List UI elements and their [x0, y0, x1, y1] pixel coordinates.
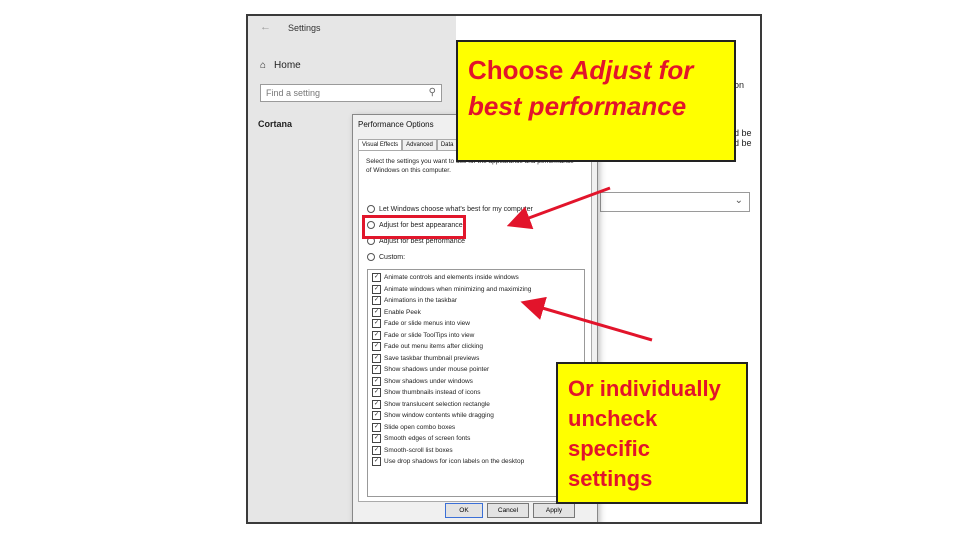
- checkbox-label: Fade out menu items after clicking: [384, 343, 483, 350]
- tab-advanced[interactable]: Advanced: [402, 139, 437, 150]
- checkbox-item[interactable]: ✓ Use drop shadows for icon labels on the…: [372, 457, 524, 466]
- search-input[interactable]: Find a setting ⚲: [260, 84, 442, 102]
- visual-effects-checklist[interactable]: ✓ Animate controls and elements inside wi…: [367, 269, 585, 497]
- radio-custom[interactable]: Custom:: [367, 253, 405, 261]
- checkbox-item[interactable]: ✓ Show window contents while dragging: [372, 411, 494, 420]
- checkbox-item[interactable]: ✓ Show shadows under mouse pointer: [372, 365, 489, 374]
- checkbox-item[interactable]: ✓ Animations in the taskbar: [372, 296, 457, 305]
- checkbox-item[interactable]: ✓ Fade or slide ToolTips into view: [372, 330, 475, 340]
- search-icon: ⚲: [428, 87, 436, 98]
- back-arrow-icon[interactable]: ←: [260, 21, 271, 33]
- cancel-button[interactable]: Cancel: [487, 503, 529, 518]
- checkbox-item[interactable]: ✓ Fade or slide menus into view: [372, 319, 470, 328]
- checkbox-checked-icon: ✓: [372, 422, 381, 432]
- radio-circle-icon: [367, 253, 375, 261]
- checkbox-checked-icon: ✓: [372, 376, 381, 386]
- callout-line: uncheck: [568, 406, 658, 431]
- annotation-callout-secondary: Or individually uncheck specific setting…: [556, 362, 748, 504]
- callout-line: Or individually: [568, 376, 721, 401]
- callout-line: specific: [568, 436, 650, 461]
- callout-line-2: best performance: [468, 91, 687, 121]
- radio-label: Custom:: [379, 253, 406, 261]
- tab-visual-effects[interactable]: Visual Effects: [358, 139, 403, 150]
- checkbox-item[interactable]: ✓ Show translucent selection rectangle: [372, 399, 490, 409]
- highlight-box: [362, 215, 466, 239]
- home-nav-item[interactable]: ⌂ Home: [260, 60, 301, 71]
- tab-data[interactable]: Data: [436, 139, 458, 150]
- checkbox-checked-icon: ✓: [372, 273, 381, 282]
- home-label: Home: [274, 60, 301, 71]
- content-text-fragment: d be: [734, 128, 752, 138]
- checkbox-item[interactable]: ✓ Smooth-scroll list boxes: [372, 445, 453, 455]
- checkbox-label: Show translucent selection rectangle: [384, 400, 490, 408]
- checkbox-checked-icon: ✓: [372, 388, 381, 397]
- checkbox-checked-icon: ✓: [372, 330, 381, 340]
- checkbox-item[interactable]: ✓ Show thumbnails instead of icons: [372, 388, 480, 397]
- dialog-tabs: Visual Effects Advanced Data: [358, 139, 458, 150]
- checkbox-item[interactable]: ✓ Animate windows when minimizing and max…: [372, 284, 532, 294]
- checkbox-label: Smooth edges of screen fonts: [384, 435, 471, 442]
- checkbox-label: Use drop shadows for icon labels on the …: [384, 458, 525, 465]
- radio-let-windows-choose[interactable]: Let Windows choose what's best for my co…: [367, 205, 533, 213]
- checkbox-checked-icon: ✓: [372, 342, 381, 351]
- checkbox-checked-icon: ✓: [372, 399, 381, 409]
- checkbox-checked-icon: ✓: [372, 365, 381, 374]
- checkbox-label: Show thumbnails instead of icons: [384, 389, 481, 396]
- radio-circle-icon: [367, 205, 375, 213]
- checkbox-item[interactable]: ✓ Show shadows under windows: [372, 376, 473, 386]
- checkbox-item[interactable]: ✓ Save taskbar thumbnail previews: [372, 353, 480, 363]
- checkbox-label: Show window contents while dragging: [384, 412, 494, 419]
- checkbox-label: Animate windows when minimizing and maxi…: [384, 285, 532, 293]
- checkbox-checked-icon: ✓: [372, 457, 381, 466]
- checkbox-item[interactable]: ✓ Slide open combo boxes: [372, 422, 456, 432]
- radio-label: Let Windows choose what's best for my co…: [379, 205, 533, 213]
- checkbox-label: Show shadows under mouse pointer: [384, 366, 490, 373]
- content-text-fragment: d be: [734, 138, 752, 148]
- checkbox-label: Animate controls and elements inside win…: [384, 274, 519, 281]
- callout-line: settings: [568, 466, 653, 491]
- checkbox-checked-icon: ✓: [372, 434, 381, 443]
- checkbox-item[interactable]: ✓ Animate controls and elements inside wi…: [372, 273, 519, 282]
- checkbox-label: Animations in the taskbar: [384, 297, 457, 304]
- checkbox-label: Enable Peek: [384, 308, 421, 316]
- checkbox-checked-icon: ✓: [372, 296, 381, 305]
- checkbox-checked-icon: ✓: [372, 307, 381, 317]
- callout-line-1: Choose Adjust for: [468, 55, 694, 85]
- checkbox-checked-icon: ✓: [372, 353, 381, 363]
- checkbox-label: Slide open combo boxes: [384, 423, 456, 431]
- apply-button[interactable]: Apply: [533, 503, 575, 518]
- checkbox-item[interactable]: ✓ Fade out menu items after clicking: [372, 342, 483, 351]
- dialog-title: Performance Options: [358, 120, 434, 129]
- chevron-down-icon: ⌄: [734, 195, 743, 206]
- checkbox-label: Fade or slide ToolTips into view: [384, 331, 475, 339]
- checkbox-checked-icon: ✓: [372, 284, 381, 294]
- settings-title: Settings: [288, 23, 321, 33]
- search-placeholder: Find a setting: [266, 88, 321, 98]
- settings-dropdown[interactable]: ⌄: [600, 192, 750, 212]
- checkbox-checked-icon: ✓: [372, 319, 381, 328]
- checkbox-label: Fade or slide menus into view: [384, 320, 470, 327]
- section-title: Cortana: [258, 119, 293, 129]
- checkbox-checked-icon: ✓: [372, 411, 381, 420]
- checkbox-label: Save taskbar thumbnail previews: [384, 354, 480, 362]
- checkbox-checked-icon: ✓: [372, 445, 381, 455]
- checkbox-item[interactable]: ✓ Enable Peek: [372, 307, 421, 317]
- checkbox-label: Show shadows under windows: [384, 377, 473, 385]
- checkbox-label: Smooth-scroll list boxes: [384, 446, 453, 454]
- annotation-callout-primary: Choose Adjust for best performance: [456, 40, 736, 162]
- home-icon: ⌂: [260, 60, 267, 71]
- ok-button[interactable]: OK: [445, 503, 483, 518]
- checkbox-item[interactable]: ✓ Smooth edges of screen fonts: [372, 434, 470, 443]
